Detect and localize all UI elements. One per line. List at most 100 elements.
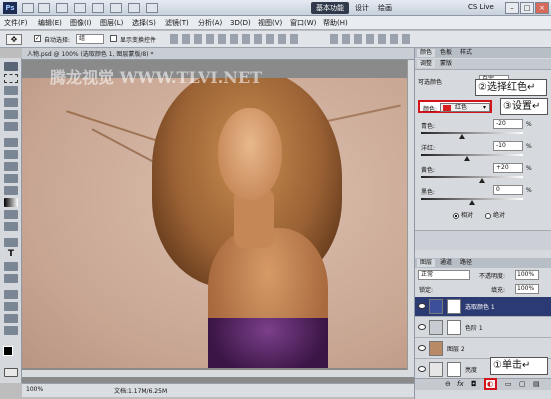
eraser-tool-icon[interactable] — [4, 186, 18, 195]
yellow-slider-track[interactable] — [421, 176, 523, 178]
blend-mode-dropdown[interactable]: 正常 — [418, 270, 470, 280]
pen-tool-icon[interactable] — [4, 238, 18, 247]
cs-live-button[interactable]: CS Live — [468, 3, 494, 11]
layer-row[interactable]: 选取颜色 1 — [415, 297, 551, 317]
eye-icon[interactable] — [418, 366, 426, 372]
marquee-tool-icon[interactable] — [4, 74, 18, 83]
tab-adjustments[interactable]: 调整 — [417, 60, 436, 68]
mini-bridge-icon[interactable] — [38, 3, 50, 13]
3d-rotate-tool-icon[interactable] — [4, 290, 18, 299]
menu-filter[interactable]: 滤镜(T) — [165, 18, 189, 28]
move-tool-icon[interactable] — [4, 62, 18, 71]
3d-orbit-tool-icon[interactable] — [4, 302, 18, 311]
crop-tool-icon[interactable] — [4, 110, 18, 119]
lasso-tool-icon[interactable] — [4, 86, 18, 95]
cyan-value-field[interactable]: -20 — [493, 119, 523, 129]
align-distribute-icons[interactable] — [170, 34, 300, 44]
layer-mask-thumbnail[interactable] — [447, 320, 461, 335]
menu-view[interactable]: 视图(V) — [258, 18, 282, 28]
minimize-icon[interactable]: – — [505, 2, 519, 14]
new-layer-icon[interactable]: ▢ — [519, 380, 526, 388]
menu-image[interactable]: 图像(I) — [70, 18, 92, 28]
blur-tool-icon[interactable] — [4, 210, 18, 219]
workspace-painting-link[interactable]: 绘画 — [378, 3, 392, 13]
bridge-icon[interactable] — [22, 3, 34, 13]
tab-masks[interactable]: 蒙版 — [437, 60, 455, 68]
canvas-area[interactable]: 腾龙视觉 WWW.TLVI.NET — [22, 60, 414, 383]
zoom-tool-icon[interactable] — [92, 3, 104, 13]
black-value-field[interactable]: 0 — [493, 185, 523, 195]
yellow-value-field[interactable]: +20 — [493, 163, 523, 173]
menu-3d[interactable]: 3D(D) — [230, 18, 251, 28]
zoom-level-icon[interactable] — [56, 3, 68, 13]
auto-select-checkbox[interactable]: ✓ — [34, 35, 41, 42]
eyedropper-tool-icon[interactable] — [4, 122, 18, 131]
quick-mask-icon[interactable] — [4, 368, 18, 377]
cyan-slider-track[interactable] — [421, 132, 523, 134]
move-tool-preset-icon[interactable]: ✥ — [6, 34, 22, 45]
absolute-radio[interactable]: 绝对 — [485, 210, 505, 219]
new-group-icon[interactable]: ▭ — [505, 380, 512, 388]
fx-icon[interactable]: fx — [457, 380, 464, 388]
document-size[interactable]: 文档:1.17M/6.25M — [114, 386, 167, 395]
cyan-slider-thumb[interactable] — [458, 134, 465, 139]
menu-analysis[interactable]: 分析(A) — [198, 18, 222, 28]
layer-mask-thumbnail[interactable] — [447, 362, 461, 377]
magenta-slider-thumb[interactable] — [463, 156, 470, 161]
trash-icon[interactable]: ▤ — [533, 380, 540, 388]
magenta-value-field[interactable]: -10 — [493, 141, 523, 151]
link-layers-icon[interactable]: ⊖ — [445, 380, 451, 388]
hand-tool-icon[interactable] — [4, 314, 18, 323]
menu-help[interactable]: 帮助(H) — [323, 18, 348, 28]
add-mask-icon[interactable]: ◘ — [471, 380, 477, 388]
yellow-slider-thumb[interactable] — [479, 178, 486, 183]
layer-mask-thumbnail[interactable] — [447, 299, 461, 314]
opacity-field[interactable]: 100% — [515, 270, 539, 280]
magenta-slider-track[interactable] — [421, 154, 523, 156]
path-select-tool-icon[interactable] — [4, 262, 18, 271]
tab-swatches[interactable]: 色板 — [437, 49, 455, 57]
history-brush-tool-icon[interactable] — [4, 174, 18, 183]
menu-edit[interactable]: 编辑(E) — [38, 18, 62, 28]
document-tab[interactable]: 人物.psd @ 100% (选取颜色 1, 图层蒙版/8) * — [22, 48, 414, 60]
workspace-essentials-button[interactable]: 基本功能 — [311, 2, 349, 14]
tab-color[interactable]: 颜色 — [417, 49, 436, 57]
eye-icon[interactable] — [418, 303, 426, 309]
zoom-tool-icon[interactable] — [4, 326, 18, 335]
eye-icon[interactable] — [418, 324, 426, 330]
foreground-color-swatch[interactable] — [3, 346, 13, 356]
quick-select-tool-icon[interactable] — [4, 98, 18, 107]
tab-paths[interactable]: 路径 — [457, 259, 475, 267]
zoom-level[interactable]: 100% — [26, 386, 43, 393]
show-transform-checkbox[interactable] — [110, 35, 117, 42]
layer-row[interactable]: 色阶 1 — [415, 318, 551, 338]
arrange-documents-icon[interactable] — [128, 3, 140, 13]
colors-dropdown[interactable]: 红色 ▾ — [440, 103, 490, 112]
eye-icon[interactable] — [418, 345, 426, 351]
new-adjustment-layer-button[interactable]: ◐ — [484, 378, 497, 390]
menu-select[interactable]: 选择(S) — [132, 18, 156, 28]
rotate-view-icon[interactable] — [110, 3, 122, 13]
tab-channels[interactable]: 通道 — [437, 259, 455, 267]
workspace-design-link[interactable]: 设计 — [355, 3, 369, 13]
menu-layer[interactable]: 图层(L) — [100, 18, 123, 28]
menu-file[interactable]: 文件(F) — [4, 18, 28, 28]
auto-select-dropdown[interactable]: 组 — [76, 34, 104, 44]
gradient-tool-icon[interactable] — [4, 198, 18, 207]
relative-radio[interactable]: 相对 — [453, 210, 473, 219]
tab-styles[interactable]: 样式 — [457, 49, 475, 57]
hand-tool-icon[interactable] — [74, 3, 86, 13]
black-slider-thumb[interactable] — [469, 200, 475, 205]
vertical-scrollbar[interactable] — [407, 60, 414, 370]
3d-mode-icons[interactable] — [330, 34, 410, 44]
clone-stamp-tool-icon[interactable] — [4, 162, 18, 171]
menu-window[interactable]: 窗口(W) — [290, 18, 316, 28]
dodge-tool-icon[interactable] — [4, 222, 18, 231]
maximize-icon[interactable]: □ — [520, 2, 534, 14]
layer-row[interactable]: 图层 2 — [415, 339, 551, 359]
screen-mode-icon[interactable] — [146, 3, 158, 13]
shape-tool-icon[interactable] — [4, 274, 18, 283]
horizontal-scrollbar[interactable] — [22, 370, 414, 377]
healing-brush-tool-icon[interactable] — [4, 138, 18, 147]
tab-layers[interactable]: 图层 — [417, 259, 436, 267]
